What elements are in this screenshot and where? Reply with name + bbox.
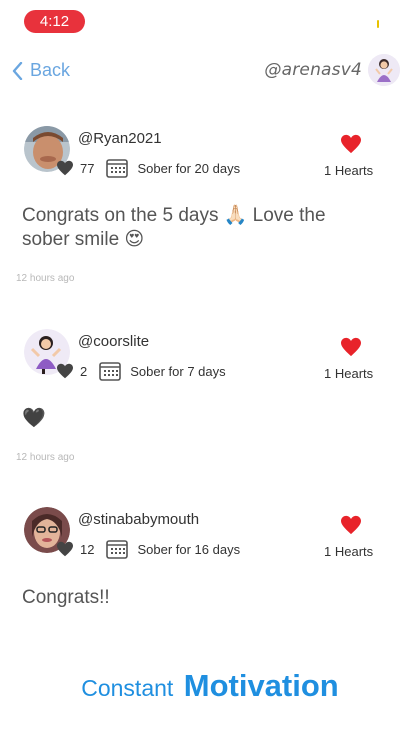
heart-icon [57,160,73,176]
post-username[interactable]: @Ryan2021 [78,130,162,147]
hearts-count: 1 Hearts [324,544,374,559]
post-time: 12 hours ago [16,452,75,463]
heart-button-icon[interactable] [340,337,362,357]
chevron-left-icon [12,61,23,80]
post-body: Congrats on the 5 days 🙏🏻 Love the sober… [22,205,326,250]
hearts-count: 1 Hearts [324,366,374,381]
post-meta: 77 Sober for 20 days [56,158,240,178]
heart-button-icon[interactable] [340,515,362,535]
back-label: Back [30,60,71,80]
post-meta: 12 Sober for 16 days [56,539,240,559]
sober-days: Sober for 7 days [130,363,226,379]
tagline-part1: Constant [81,675,174,701]
status-indicator [377,20,379,28]
calendar-icon [99,362,122,381]
back-button[interactable]: Back [12,60,70,81]
calendar-icon [106,540,129,559]
post-body: Congrats!! [22,587,110,608]
like-count: 77 [80,160,95,176]
post-username[interactable]: @coorslite [78,333,149,350]
heart-button-icon[interactable] [340,134,362,154]
post-meta: 2 Sober for 7 days [56,361,226,381]
post-username[interactable]: @stinababymouth [78,511,199,528]
my-avatar[interactable] [368,54,400,86]
status-time: 4:12 [24,10,85,33]
avatar-girl-icon [368,54,400,86]
calendar-icon [106,159,129,178]
tagline: Constant Motivation [0,668,420,704]
tagline-part2: Motivation [183,668,339,703]
post-body: 🖤 [22,408,46,429]
nav-bar: Back @arenasv4 [0,52,420,92]
heart-icon [57,363,73,379]
post-time: 12 hours ago [16,273,75,284]
like-count: 2 [80,363,88,379]
heart-icon [57,541,73,557]
my-handle: @arenasv4 [264,60,362,80]
current-user[interactable]: @arenasv4 [264,54,400,86]
sober-days: Sober for 16 days [137,541,241,557]
sober-days: Sober for 20 days [137,160,241,176]
hearts-count: 1 Hearts [324,163,374,178]
like-count: 12 [80,541,95,557]
